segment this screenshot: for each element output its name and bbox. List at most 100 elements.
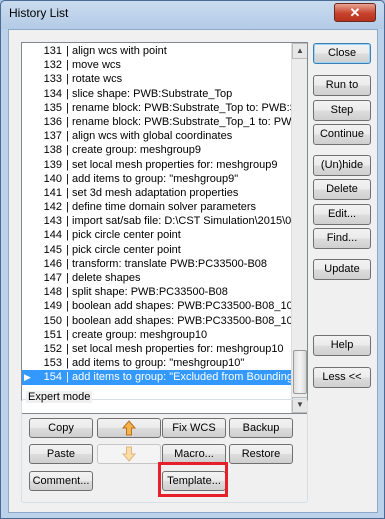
history-step-number: 145 xyxy=(43,243,62,256)
history-step-number: 139 xyxy=(43,158,62,171)
step-button[interactable]: Step xyxy=(313,100,371,121)
history-step-text: pick circle center point xyxy=(72,229,181,242)
macro-button[interactable]: Macro... xyxy=(162,444,226,464)
history-step-number: 140 xyxy=(43,172,62,185)
history-row[interactable]: 143 | import sat/sab file: D:\CST Simulati… xyxy=(22,214,292,228)
history-step-text: boolean add shapes: PWB:PC33500-B08_10, … xyxy=(72,300,292,313)
history-row[interactable]: 133 | rotate wcs xyxy=(22,72,292,86)
history-separator: | xyxy=(66,286,69,299)
history-separator: | xyxy=(66,215,69,228)
help-button[interactable]: Help xyxy=(313,335,371,356)
update-button[interactable]: Update xyxy=(313,259,371,280)
history-row[interactable]: 137 | align wcs with global coordinates xyxy=(22,129,292,143)
title-bar[interactable]: History List ✕ xyxy=(1,1,384,29)
close-button[interactable]: Close xyxy=(313,43,371,64)
history-step-number: 134 xyxy=(43,87,62,100)
scroll-thumb[interactable] xyxy=(293,350,307,394)
history-separator: | xyxy=(66,371,69,384)
history-separator: | xyxy=(66,328,69,341)
restore-button[interactable]: Restore xyxy=(229,444,293,464)
history-step-number: 148 xyxy=(43,286,62,299)
continue-button[interactable]: Continue xyxy=(313,124,371,145)
history-separator: | xyxy=(66,87,69,100)
history-step-number: 147 xyxy=(43,272,62,284)
history-row[interactable]: 146 | transform: translate PWB:PC33500-B08 xyxy=(22,257,292,271)
close-icon[interactable]: ✕ xyxy=(334,3,376,22)
history-step-number: 144 xyxy=(43,229,62,242)
history-step-text: create group: meshgroup9 xyxy=(72,144,202,157)
history-step-text: split shape: PWB:PC33500-B08 xyxy=(72,286,228,299)
history-step-text: define time domain solver parameters xyxy=(72,201,257,214)
history-row[interactable]: 145 | pick circle center point xyxy=(22,243,292,257)
history-separator: | xyxy=(66,257,69,270)
comment-button[interactable]: Comment... xyxy=(29,471,93,491)
history-step-text: delete shapes xyxy=(72,272,141,284)
history-row[interactable]: 151 | create group: meshgroup10 xyxy=(22,328,292,342)
history-row-selected[interactable]: ▶ 154 | add items to group: "Excluded from … xyxy=(22,370,292,385)
history-row[interactable]: 139 | set local mesh properties for: meshg… xyxy=(22,158,292,172)
history-separator: | xyxy=(66,115,69,128)
history-step-text: create group: meshgroup10 xyxy=(72,328,208,341)
history-step-number: 152 xyxy=(43,342,62,355)
history-row[interactable]: 142 | define time domain solver parameters xyxy=(22,200,292,214)
history-separator: | xyxy=(66,272,69,284)
history-step-text: align wcs with global coordinates xyxy=(72,130,233,143)
history-separator: | xyxy=(66,73,69,86)
unhide-button[interactable]: (Un)hide xyxy=(313,155,371,176)
history-rows: 131 | align wcs with point 132 | move wcs 133 |… xyxy=(22,44,292,385)
history-separator: | xyxy=(66,158,69,171)
history-step-number: 146 xyxy=(43,257,62,270)
history-row[interactable]: 131 | align wcs with point xyxy=(22,44,292,58)
find-button[interactable]: Find... xyxy=(313,228,371,249)
history-separator: | xyxy=(66,243,69,256)
history-row[interactable]: 152 | set local mesh properties for: meshg… xyxy=(22,342,292,356)
paste-button[interactable]: Paste xyxy=(29,444,93,464)
history-step-number: 141 xyxy=(43,186,62,199)
less-button[interactable]: Less << xyxy=(313,367,371,388)
history-separator: | xyxy=(66,172,69,185)
history-step-number: 143 xyxy=(43,215,62,228)
history-row[interactable]: 147 | delete shapes xyxy=(22,271,292,285)
history-row[interactable]: 132 | move wcs xyxy=(22,58,292,72)
scroll-up-icon[interactable]: ▲ xyxy=(292,43,307,59)
fix-wcs-button[interactable]: Fix WCS xyxy=(162,418,226,438)
move-down-button[interactable] xyxy=(97,444,161,464)
copy-button[interactable]: Copy xyxy=(29,418,93,438)
vertical-scrollbar[interactable]: ▲ ▼ xyxy=(291,43,307,413)
delete-button[interactable]: Delete xyxy=(313,179,371,200)
history-row[interactable]: 153 | add items to group: "meshgroup10" xyxy=(22,356,292,370)
history-listbox[interactable]: 131 | align wcs with point 132 | move wcs 133 |… xyxy=(21,42,308,414)
history-separator: | xyxy=(66,314,69,327)
history-step-number: 142 xyxy=(43,201,62,214)
history-row[interactable]: 140 | add items to group: "meshgroup9" xyxy=(22,172,292,186)
history-step-number: 151 xyxy=(43,328,62,341)
history-row[interactable]: 136 | rename block: PWB:Substrate_Top_1 to… xyxy=(22,115,292,129)
history-step-text: transform: translate PWB:PC33500-B08 xyxy=(72,257,268,270)
history-row[interactable]: 148 | split shape: PWB:PC33500-B08 xyxy=(22,285,292,299)
history-separator: | xyxy=(66,357,69,370)
history-row[interactable]: 138 | create group: meshgroup9 xyxy=(22,143,292,157)
history-list-window: History List ✕ 131 | align wcs with point 1… xyxy=(0,0,385,519)
selected-marker-icon: ▶ xyxy=(24,372,31,383)
history-row[interactable]: 149 | boolean add shapes: PWB:PC33500-B08_… xyxy=(22,299,292,313)
history-step-text: slice shape: PWB:Substrate_Top xyxy=(72,87,233,100)
history-step-text: pick circle center point xyxy=(72,243,181,256)
backup-button[interactable]: Backup xyxy=(229,418,293,438)
edit-button[interactable]: Edit... xyxy=(313,204,371,225)
window-title: History List xyxy=(9,6,69,20)
history-step-text: move wcs xyxy=(72,59,121,72)
history-step-text: align wcs with point xyxy=(72,45,167,57)
history-row[interactable]: 134 | slice shape: PWB:Substrate_Top xyxy=(22,87,292,101)
run-to-button[interactable]: Run to xyxy=(313,75,371,96)
history-row[interactable]: 141 | set 3d mesh adaptation properties xyxy=(22,186,292,200)
history-step-number: 136 xyxy=(43,115,62,128)
history-row[interactable]: 150 | boolean add shapes: PWB:PC33500-B08_… xyxy=(22,314,292,328)
history-step-text: set 3d mesh adaptation properties xyxy=(72,186,239,199)
history-row[interactable]: 144 | pick circle center point xyxy=(22,228,292,242)
history-row[interactable]: 135 | rename block: PWB:Substrate_Top to: … xyxy=(22,101,292,115)
move-up-button[interactable] xyxy=(97,418,161,438)
history-separator: | xyxy=(66,59,69,72)
history-step-text: add items to group: "meshgroup9" xyxy=(72,172,239,185)
history-step-number: 149 xyxy=(43,300,62,313)
history-separator: | xyxy=(66,229,69,242)
